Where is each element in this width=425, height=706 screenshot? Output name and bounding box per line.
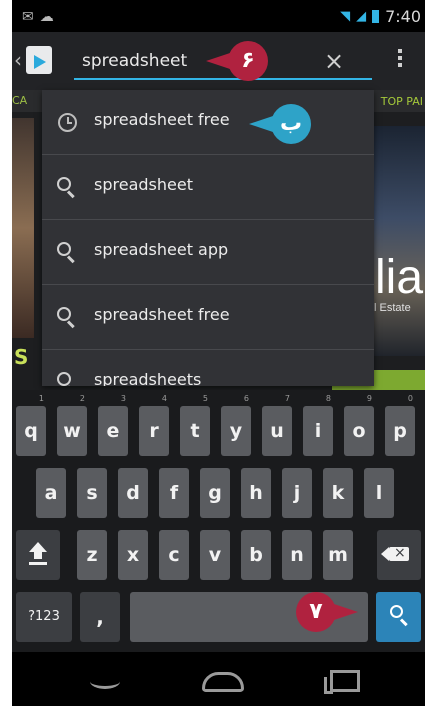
suggestion-item[interactable]: spreadsheet free [42,285,374,350]
home-icon[interactable] [202,672,244,692]
key-s[interactable]: s [77,468,107,518]
search-icon [56,241,78,263]
status-bar: ✉☁ ◥ ◢ 7:40 [12,0,425,32]
suggestion-item[interactable]: spreadsheets [42,350,374,386]
key-b[interactable]: b [241,530,271,580]
history-clock-icon [58,113,77,132]
key-k[interactable]: k [323,468,353,518]
backspace-icon [381,544,409,562]
recent-apps-icon[interactable] [324,670,360,694]
key-q[interactable]: 1q [16,394,46,456]
key-l[interactable]: l [364,468,394,518]
suggestion-text: spreadsheet free [94,110,230,129]
suggestion-text: spreadsheets [94,370,202,386]
search-icon [56,371,78,386]
key-h[interactable]: h [241,468,271,518]
up-chevron-icon[interactable]: ‹ [14,48,22,72]
key-p[interactable]: 0p [385,394,415,456]
wifi-icon: ◥ [340,9,351,24]
search-suggestions-list: spreadsheet free spreadsheet spreadsheet… [42,90,374,386]
shift-arrow-icon [29,542,47,559]
section-letter: S [14,345,29,369]
suggestion-item[interactable]: spreadsheet [42,155,374,220]
banner-title: lia [375,251,424,304]
comma-key[interactable]: , [80,592,120,642]
battery-icon [372,10,380,23]
soft-keyboard: 1q 2w 3e 4r 5t 6y 7u 8i 9o 0p a s d f g … [12,390,425,652]
suggestion-text: spreadsheet [94,175,193,194]
suggestion-item[interactable]: spreadsheet free [42,90,374,155]
search-icon [56,306,78,328]
signal-icon: ◢ [356,9,367,24]
overflow-menu-icon[interactable] [390,46,410,76]
key-z[interactable]: z [77,530,107,580]
navigation-bar [12,652,425,706]
key-i[interactable]: 8i [303,394,333,456]
symbols-key[interactable]: ?123 [16,592,72,642]
key-v[interactable]: v [200,530,230,580]
key-e[interactable]: 3e [98,394,128,456]
key-f[interactable]: f [159,468,189,518]
suggestion-text: spreadsheet app [94,240,229,259]
key-x[interactable]: x [118,530,148,580]
tab-left-label: CA [12,94,28,107]
key-a[interactable]: a [36,468,66,518]
notification-icons: ✉☁ [22,9,60,25]
key-g[interactable]: g [200,468,230,518]
back-icon[interactable] [90,674,120,689]
tab-top-paid[interactable]: TOP PAI [381,95,423,108]
search-icon [390,605,404,619]
shift-key[interactable] [16,530,60,580]
key-w[interactable]: 2w [57,394,87,456]
key-u[interactable]: 7u [262,394,292,456]
featured-image-left [12,118,34,338]
clock: 7:40 [385,7,421,26]
phone-screen: ✉☁ ◥ ◢ 7:40 ‹ × CA TOP PAI lia l Estate … [12,0,425,706]
key-r[interactable]: 4r [139,394,169,456]
key-j[interactable]: j [282,468,312,518]
key-y[interactable]: 6y [221,394,251,456]
key-c[interactable]: c [159,530,189,580]
key-d[interactable]: d [118,468,148,518]
play-store-logo[interactable] [26,46,52,74]
search-icon [56,176,78,198]
suggestion-item[interactable]: spreadsheet app [42,220,374,285]
key-m[interactable]: m [323,530,353,580]
clear-search-button[interactable]: × [319,46,349,76]
key-o[interactable]: 9o [344,394,374,456]
key-t[interactable]: 5t [180,394,210,456]
backspace-key[interactable] [377,530,421,580]
search-key[interactable] [376,592,421,642]
key-n[interactable]: n [282,530,312,580]
suggestion-text: spreadsheet free [94,305,230,324]
banner-subtitle: l Estate [374,302,411,314]
